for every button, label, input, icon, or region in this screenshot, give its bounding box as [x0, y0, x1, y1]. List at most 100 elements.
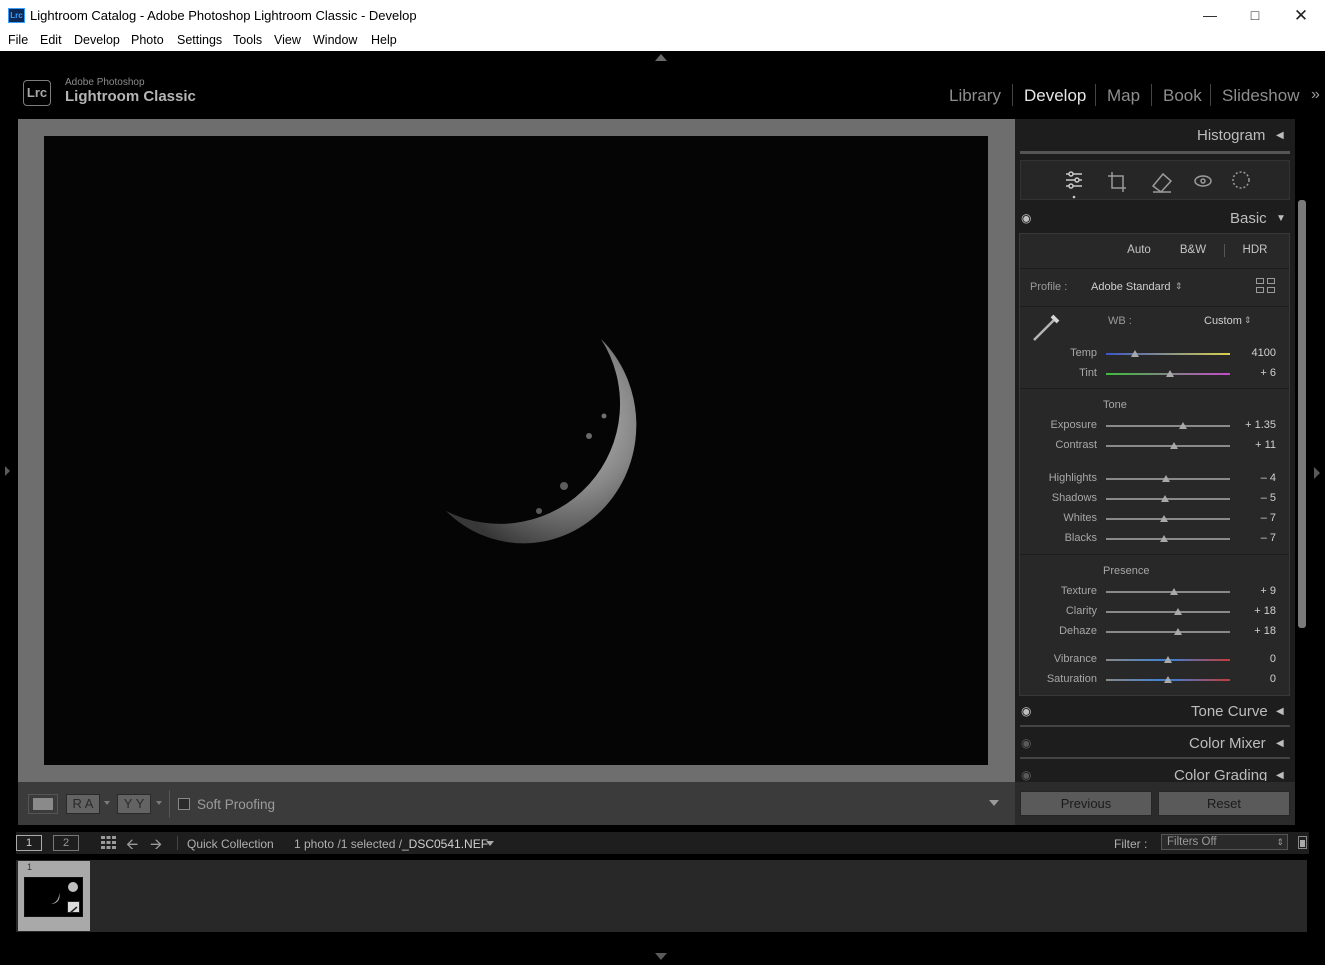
slider-thumb[interactable] — [1173, 608, 1182, 615]
photo-canvas[interactable] — [44, 136, 988, 765]
collapse-right-panel-icon[interactable] — [1314, 467, 1320, 479]
histogram-header[interactable]: Histogram — [1197, 127, 1265, 144]
slider-value[interactable]: – 7 — [1236, 512, 1276, 524]
slider-value[interactable]: + 9 — [1236, 585, 1276, 597]
slider-thumb[interactable] — [1161, 475, 1170, 482]
module-library[interactable]: Library — [949, 86, 1001, 106]
slider-thumb[interactable] — [1164, 656, 1172, 663]
visibility-eye-icon[interactable]: ◉ — [1021, 211, 1031, 225]
slider-value[interactable]: + 6 — [1236, 367, 1276, 379]
before-after-ra-button[interactable]: R A — [66, 794, 100, 814]
filter-lock-icon[interactable] — [1298, 836, 1307, 849]
selection-info: 1 photo /1 selected / — [294, 837, 403, 851]
slider-thumb[interactable] — [1160, 495, 1169, 502]
auto-button[interactable]: Auto — [1115, 240, 1163, 260]
slider-track[interactable] — [1106, 611, 1230, 613]
slider-track[interactable] — [1106, 591, 1230, 593]
maximize-icon[interactable]: □ — [1232, 0, 1278, 31]
slider-thumb[interactable] — [1178, 422, 1187, 429]
more-modules-icon[interactable]: » — [1311, 86, 1320, 104]
slider-value[interactable]: – 7 — [1236, 532, 1276, 544]
collapse-triangle-icon[interactable]: ◀ — [1276, 770, 1284, 781]
back-arrow-icon[interactable]: 🡨 — [126, 834, 138, 859]
dropdown-arrow-icon[interactable] — [104, 801, 110, 805]
slider-track[interactable] — [1106, 518, 1230, 520]
second-window-button[interactable]: 2 — [53, 835, 79, 851]
filename-label[interactable]: _DSC0541.NEF — [402, 837, 488, 851]
menu-settings[interactable]: Settings — [177, 33, 222, 47]
profile-select[interactable]: Adobe Standard — [1091, 281, 1171, 293]
collapse-triangle-icon[interactable]: ◀ — [1276, 706, 1284, 717]
forward-arrow-icon[interactable]: 🡪 — [150, 834, 162, 859]
slider-thumb[interactable] — [1159, 515, 1168, 522]
menu-file[interactable]: File — [8, 33, 28, 47]
slider-value[interactable]: + 18 — [1236, 625, 1276, 637]
collapse-filmstrip-icon[interactable] — [655, 953, 667, 960]
main-window-button[interactable]: 1 — [16, 835, 42, 851]
menu-photo[interactable]: Photo — [131, 33, 164, 47]
slider-value[interactable]: + 18 — [1236, 605, 1276, 617]
menu-window[interactable]: Window — [313, 33, 357, 47]
menu-develop[interactable]: Develop — [74, 33, 120, 47]
minimize-icon[interactable]: — — [1187, 0, 1233, 31]
reset-button[interactable]: Reset — [1158, 791, 1290, 816]
collapse-triangle-icon[interactable]: ◀ — [1276, 738, 1284, 749]
slider-value[interactable]: 4100 — [1236, 347, 1276, 359]
hdr-button[interactable]: HDR — [1232, 240, 1278, 260]
tone-curve-header[interactable]: Tone Curve — [1191, 703, 1268, 720]
soft-proofing-checkbox[interactable] — [178, 798, 190, 810]
slider-value[interactable]: – 5 — [1236, 492, 1276, 504]
module-book[interactable]: Book — [1163, 86, 1202, 106]
expand-left-panel-icon[interactable] — [5, 466, 10, 476]
menu-edit[interactable]: Edit — [40, 33, 62, 47]
module-map[interactable]: Map — [1107, 86, 1140, 106]
slider-value[interactable]: 0 — [1236, 673, 1276, 685]
slider-track[interactable] — [1106, 353, 1230, 355]
slider-track[interactable] — [1106, 631, 1230, 633]
menu-help[interactable]: Help — [371, 33, 397, 47]
slider-value[interactable]: + 11 — [1236, 439, 1276, 451]
module-slideshow[interactable]: Slideshow — [1222, 86, 1300, 106]
loupe-view-button[interactable] — [28, 794, 58, 814]
visibility-eye-icon[interactable]: ◉ — [1021, 768, 1031, 782]
filter-select[interactable]: Filters Off ⇕ — [1161, 834, 1288, 850]
menu-view[interactable]: View — [274, 33, 301, 47]
previous-button[interactable]: Previous — [1020, 791, 1152, 816]
before-after-yy-button[interactable]: Y Y — [117, 794, 151, 814]
slider-thumb[interactable] — [1166, 370, 1175, 377]
profile-browser-grid-icon[interactable] — [1256, 278, 1277, 296]
collapse-top-panel-icon[interactable] — [655, 54, 667, 61]
slider-value[interactable]: + 1.35 — [1236, 419, 1276, 431]
slider-value[interactable]: – 4 — [1236, 472, 1276, 484]
slider-thumb[interactable] — [1159, 535, 1168, 542]
slider-thumb[interactable] — [1173, 628, 1182, 635]
collapse-triangle-icon[interactable]: ◀ — [1276, 130, 1284, 141]
bw-button[interactable]: B&W — [1170, 240, 1216, 260]
module-develop[interactable]: Develop — [1024, 86, 1086, 106]
slider-thumb[interactable] — [1169, 588, 1178, 595]
expand-triangle-icon[interactable]: ▼ — [1276, 213, 1286, 224]
wb-select[interactable]: Custom — [1204, 315, 1242, 327]
color-grading-header[interactable]: Color Grading — [1174, 767, 1267, 781]
slider-value[interactable]: 0 — [1236, 653, 1276, 665]
visibility-eye-icon[interactable]: ◉ — [1021, 736, 1031, 750]
slider-thumb[interactable] — [1130, 350, 1139, 357]
basic-header[interactable]: Basic — [1230, 210, 1267, 227]
slider-track[interactable] — [1106, 538, 1230, 540]
slider-thumb[interactable] — [1164, 676, 1172, 683]
slider-track[interactable] — [1106, 425, 1230, 427]
filename-dropdown-icon[interactable] — [486, 841, 494, 846]
toolbar-menu-icon[interactable] — [989, 800, 999, 806]
color-mixer-header[interactable]: Color Mixer — [1189, 735, 1266, 752]
slider-thumb[interactable] — [1170, 442, 1179, 449]
module-separator — [1012, 84, 1013, 106]
dropdown-arrow-icon[interactable] — [156, 801, 162, 805]
close-icon[interactable]: ✕ — [1278, 0, 1324, 31]
scrollbar-thumb[interactable] — [1298, 200, 1306, 628]
visibility-eye-icon[interactable]: ◉ — [1021, 704, 1031, 718]
menu-tools[interactable]: Tools — [233, 33, 262, 47]
source-label[interactable]: Quick Collection — [187, 837, 274, 851]
slider-track[interactable] — [1106, 445, 1230, 447]
grid-view-icon[interactable] — [101, 836, 116, 850]
wb-eyedropper-icon[interactable] — [1029, 309, 1065, 345]
